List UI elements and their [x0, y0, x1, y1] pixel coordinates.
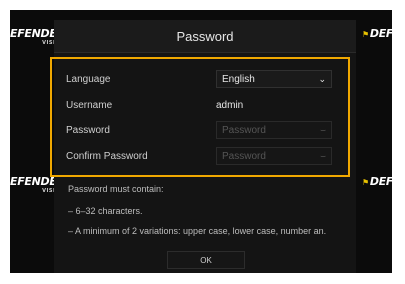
language-select[interactable]: English ⌄	[216, 70, 332, 88]
password-rule-variations: – A minimum of 2 variations: upper case,…	[68, 226, 327, 236]
password-dialog: Password Language English ⌄ Username adm…	[50, 20, 356, 273]
username-value: admin	[216, 99, 244, 111]
language-value: English	[222, 73, 255, 85]
confirm-password-input[interactable]: Password ⌣	[216, 147, 332, 165]
confirm-password-row: Confirm Password Password ⌣	[66, 146, 334, 166]
eye-icon[interactable]: ⌣	[320, 151, 326, 162]
username-label: Username	[66, 99, 113, 111]
password-form-highlight: Language English ⌄ Username admin Passwo…	[50, 57, 350, 177]
brand-text: DEFEN	[369, 27, 392, 40]
confirm-password-placeholder: Password	[222, 150, 266, 162]
brand-watermark: ⚑DEFEN	[362, 28, 392, 41]
password-label: Password	[66, 124, 110, 136]
language-label: Language	[66, 73, 111, 85]
password-placeholder: Password	[222, 124, 266, 136]
language-row: Language English ⌄	[66, 69, 334, 89]
password-rules-title: Password must contain:	[68, 184, 164, 194]
flag-icon: ⚑	[362, 30, 369, 39]
brand-watermark: ⚑DEFEN	[362, 176, 392, 189]
flag-icon: ⚑	[362, 178, 369, 187]
screen: EFENDER VISION EFENDER VISION ⚑DEFEN ⚑DE…	[10, 10, 392, 273]
password-input[interactable]: Password ⌣	[216, 121, 332, 139]
username-row: Username admin	[66, 95, 334, 115]
ok-button[interactable]: OK	[167, 251, 245, 269]
dialog-title: Password	[54, 20, 356, 53]
password-rule-length: – 6–32 characters.	[68, 206, 143, 216]
chevron-down-icon: ⌄	[318, 73, 326, 84]
eye-icon[interactable]: ⌣	[320, 125, 326, 136]
brand-text: DEFEN	[369, 175, 392, 188]
confirm-password-label: Confirm Password	[66, 150, 148, 162]
password-row: Password Password ⌣	[66, 120, 334, 140]
